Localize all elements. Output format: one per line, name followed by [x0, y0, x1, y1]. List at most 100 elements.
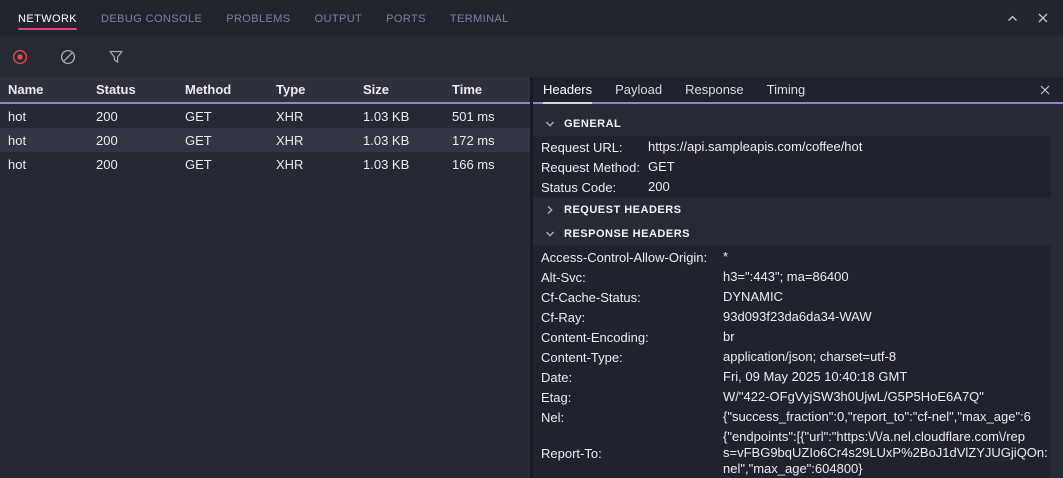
section-header[interactable]: GENERAL [533, 112, 1063, 136]
chevron-down-icon [545, 119, 555, 129]
cell-time: 172 ms [444, 133, 530, 148]
network-column-header[interactable]: Method [177, 82, 268, 97]
header-entry: Etag: W/"422-OFgVyjSW3h0UjwL/G5P5HoE6A7Q… [533, 387, 1051, 407]
header-key: Date: [541, 370, 723, 385]
panel-tab-label: PROBLEMS [226, 13, 290, 25]
panel-tab-label: NETWORK [18, 13, 77, 25]
network-request-row[interactable]: hot 200 GET XHR 1.03 KB 172 ms [0, 128, 530, 152]
header-key: Cf-Ray: [541, 310, 723, 325]
header-key: Content-Type: [541, 350, 723, 365]
cell-method: GET [177, 109, 268, 124]
chevron-right-icon [545, 205, 555, 215]
panel-tab-ports[interactable]: PORTS [386, 4, 426, 32]
header-value: 200 [648, 179, 1051, 195]
panel-tab-label: TERMINAL [450, 13, 509, 25]
network-column-header[interactable]: Size [355, 82, 444, 97]
details-tab-payload[interactable]: Payload [615, 77, 662, 102]
network-column-header[interactable]: Type [268, 82, 355, 97]
header-key: Etag: [541, 390, 723, 405]
header-key: Access-Control-Allow-Origin: [541, 250, 723, 265]
header-key: Alt-Svc: [541, 270, 723, 285]
section-entries: Access-Control-Allow-Origin: * Alt-Svc: … [533, 246, 1051, 478]
record-icon[interactable] [6, 43, 34, 71]
header-key: Content-Encoding: [541, 330, 723, 345]
header-key: Nel: [541, 410, 723, 425]
header-value: br [723, 329, 1051, 345]
panel-tab-debug-console[interactable]: DEBUG CONSOLE [101, 4, 202, 32]
header-entry: Cf-Ray: 93d093f23da6da34-WAW [533, 307, 1051, 327]
devtools-network-panel: NETWORK DEBUG CONSOLE PROBLEMS OUTPUT PO… [0, 0, 1063, 478]
cell-name: hot [0, 157, 88, 172]
panel-tabs: NETWORK DEBUG CONSOLE PROBLEMS OUTPUT PO… [18, 4, 509, 32]
section-header[interactable]: REQUEST HEADERS [533, 198, 1063, 222]
panel-tab-network[interactable]: NETWORK [18, 4, 77, 32]
header-entry: Status Code: 200 [533, 177, 1051, 197]
details-tab-label: Response [685, 82, 744, 97]
header-entry: Access-Control-Allow-Origin: * [533, 247, 1051, 267]
close-details-icon[interactable] [1039, 84, 1051, 96]
filter-icon[interactable] [102, 43, 130, 71]
panel-window-controls [1006, 12, 1049, 25]
details-tab-timing[interactable]: Timing [767, 77, 806, 102]
network-column-header[interactable]: Status [88, 82, 177, 97]
header-value: W/"422-OFgVyjSW3h0UjwL/G5P5HoE6A7Q" [723, 389, 1051, 405]
header-key: Cf-Cache-Status: [541, 290, 723, 305]
header-entry: Date: Fri, 09 May 2025 10:40:18 GMT [533, 367, 1051, 387]
header-key: Status Code: [541, 180, 648, 195]
cell-type: XHR [268, 157, 355, 172]
panel-tab-label: DEBUG CONSOLE [101, 13, 202, 25]
header-entry: Report-To: {"endpoints":[{"url":"https:\… [533, 427, 1051, 478]
header-entry: Alt-Svc: h3=":443"; ma=86400 [533, 267, 1051, 287]
cell-type: XHR [268, 109, 355, 124]
section-header[interactable]: RESPONSE HEADERS [533, 222, 1063, 246]
cell-method: GET [177, 157, 268, 172]
header-value: {"success_fraction":0,"report_to":"cf-ne… [723, 409, 1051, 425]
request-details-panel: Headers Payload Response Timing GENERAL … [533, 77, 1063, 478]
details-tab-response[interactable]: Response [685, 77, 744, 102]
cell-time: 166 ms [444, 157, 530, 172]
network-request-row[interactable]: hot 200 GET XHR 1.03 KB 501 ms [0, 104, 530, 128]
section-entries: Request URL: https://api.sampleapis.com/… [533, 136, 1051, 198]
cell-size: 1.03 KB [355, 109, 444, 124]
section-title: GENERAL [564, 118, 621, 130]
details-tabbar: Headers Payload Response Timing [533, 77, 1063, 104]
header-value: https://api.sampleapis.com/coffee/hot [648, 139, 1051, 155]
header-entry: Content-Type: application/json; charset=… [533, 347, 1051, 367]
clear-icon[interactable] [54, 43, 82, 71]
network-toolbar [0, 36, 1063, 77]
requests-table: NameStatusMethodTypeSizeTime hot 200 GET… [0, 77, 530, 478]
header-value: h3=":443"; ma=86400 [723, 269, 1051, 285]
details-tabs: Headers Payload Response Timing [543, 77, 805, 102]
header-value: DYNAMIC [723, 289, 1051, 305]
cell-name: hot [0, 133, 88, 148]
close-panel-icon[interactable] [1037, 12, 1049, 24]
cell-type: XHR [268, 133, 355, 148]
cell-size: 1.03 KB [355, 133, 444, 148]
header-value: 93d093f23da6da34-WAW [723, 309, 1051, 325]
network-column-header[interactable]: Name [0, 82, 88, 97]
header-key: Request URL: [541, 140, 648, 155]
header-entry: Cf-Cache-Status: DYNAMIC [533, 287, 1051, 307]
requests-table-rows: hot 200 GET XHR 1.03 KB 501 ms hot 200 G… [0, 104, 530, 478]
network-request-row[interactable]: hot 200 GET XHR 1.03 KB 166 ms [0, 152, 530, 176]
details-tab-label: Payload [615, 82, 662, 97]
panel-tab-problems[interactable]: PROBLEMS [226, 4, 290, 32]
cell-size: 1.03 KB [355, 157, 444, 172]
section-title: RESPONSE HEADERS [564, 228, 690, 240]
panel-tab-label: OUTPUT [315, 13, 363, 25]
cell-method: GET [177, 133, 268, 148]
chevron-up-icon[interactable] [1006, 12, 1019, 25]
network-column-header[interactable]: Time [444, 82, 530, 97]
header-entry: Nel: {"success_fraction":0,"report_to":"… [533, 407, 1051, 427]
cell-time: 501 ms [444, 109, 530, 124]
cell-status: 200 [88, 109, 177, 124]
cell-name: hot [0, 109, 88, 124]
section-title: REQUEST HEADERS [564, 204, 682, 216]
details-tab-headers[interactable]: Headers [543, 77, 592, 102]
header-entry: Request Method: GET [533, 157, 1051, 177]
header-value: Fri, 09 May 2025 10:40:18 GMT [723, 369, 1051, 385]
panel-tab-terminal[interactable]: TERMINAL [450, 4, 509, 32]
header-key: Report-To: [541, 446, 723, 461]
panel-tab-output[interactable]: OUTPUT [315, 4, 363, 32]
header-entry: Content-Encoding: br [533, 327, 1051, 347]
